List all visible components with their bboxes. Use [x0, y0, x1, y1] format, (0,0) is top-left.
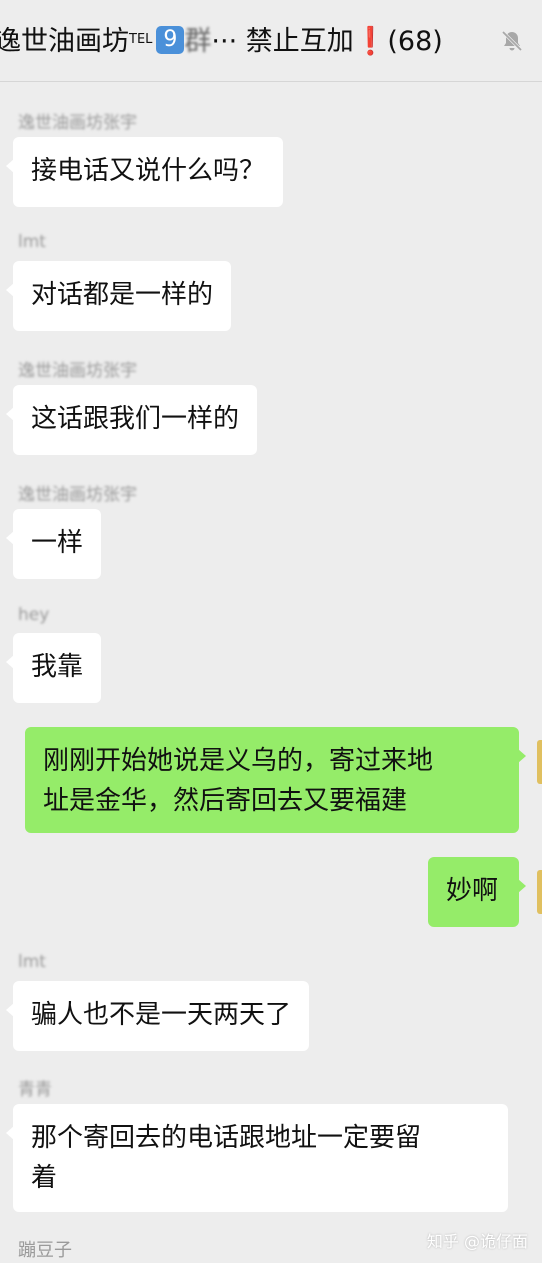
sender-name: 蹦豆子	[18, 1240, 72, 1261]
group-name-blurred: 群	[184, 26, 212, 57]
message-bubble-own[interactable]: 妙啊	[428, 857, 526, 927]
message-text-line: 那个寄回去的电话跟地址一定要留	[31, 1123, 422, 1153]
message-bubble-own[interactable]: 刚刚开始她说是义乌的，寄过来地 址是金华，然后寄回去又要福建	[25, 727, 526, 833]
group-title[interactable]: 逸世油画坊TEL 9 群··· 禁止互加❗(68)	[0, 22, 443, 62]
message-text: 这话跟我们一样的	[31, 404, 240, 434]
sender-name: hey	[18, 605, 50, 625]
message-text: 骗人也不是一天两天了	[31, 1000, 292, 1030]
message-text: 接电话又说什么吗？	[31, 156, 266, 186]
bell-off-icon[interactable]	[500, 29, 524, 53]
group-name: 逸世油画坊	[0, 26, 129, 57]
message-text-line: 址是金华，然后寄回去又要福建	[43, 786, 408, 816]
message-text: 妙啊	[446, 876, 499, 906]
message-bubble[interactable]: 我靠	[5, 633, 102, 703]
message-text: 一样	[31, 528, 84, 558]
sender-name: 青青	[18, 1080, 52, 1100]
sender-name: 逸世油画坊张宇	[18, 485, 137, 505]
avatar[interactable]	[537, 740, 542, 784]
avatar[interactable]	[537, 870, 542, 914]
message-bubble[interactable]: 那个寄回去的电话跟地址一定要留 着	[6, 1104, 508, 1212]
message-bubble[interactable]: 一样	[5, 509, 102, 579]
message-text: 我靠	[31, 652, 84, 682]
sender-name: lmt	[18, 952, 46, 972]
message-text-line: 着	[31, 1163, 58, 1193]
sender-name: lmt	[18, 232, 46, 252]
message-text: 对话都是一样的	[31, 280, 214, 310]
message-bubble[interactable]: 这话跟我们一样的	[5, 385, 258, 455]
tel-label: TEL	[129, 32, 153, 47]
message-bubble[interactable]: 骗人也不是一天两天了	[5, 981, 310, 1051]
watermark: 知乎 @诡仔面	[426, 1232, 528, 1251]
message-bubble[interactable]: 接电话又说什么吗？	[5, 137, 284, 207]
member-count: (68)	[387, 26, 443, 57]
sender-name: 逸世油画坊张宇	[18, 113, 137, 133]
group-name-suffix: ··· 禁止互加	[211, 26, 354, 57]
chat-header: 逸世油画坊TEL 9 群··· 禁止互加❗(68)	[0, 0, 542, 82]
message-text-line: 刚刚开始她说是义乌的，寄过来地	[43, 746, 434, 776]
exclamation-icon: ❗	[353, 26, 388, 57]
number-badge: 9	[156, 25, 185, 54]
message-bubble[interactable]: 对话都是一样的	[5, 261, 232, 331]
sender-name: 逸世油画坊张宇	[18, 361, 137, 381]
